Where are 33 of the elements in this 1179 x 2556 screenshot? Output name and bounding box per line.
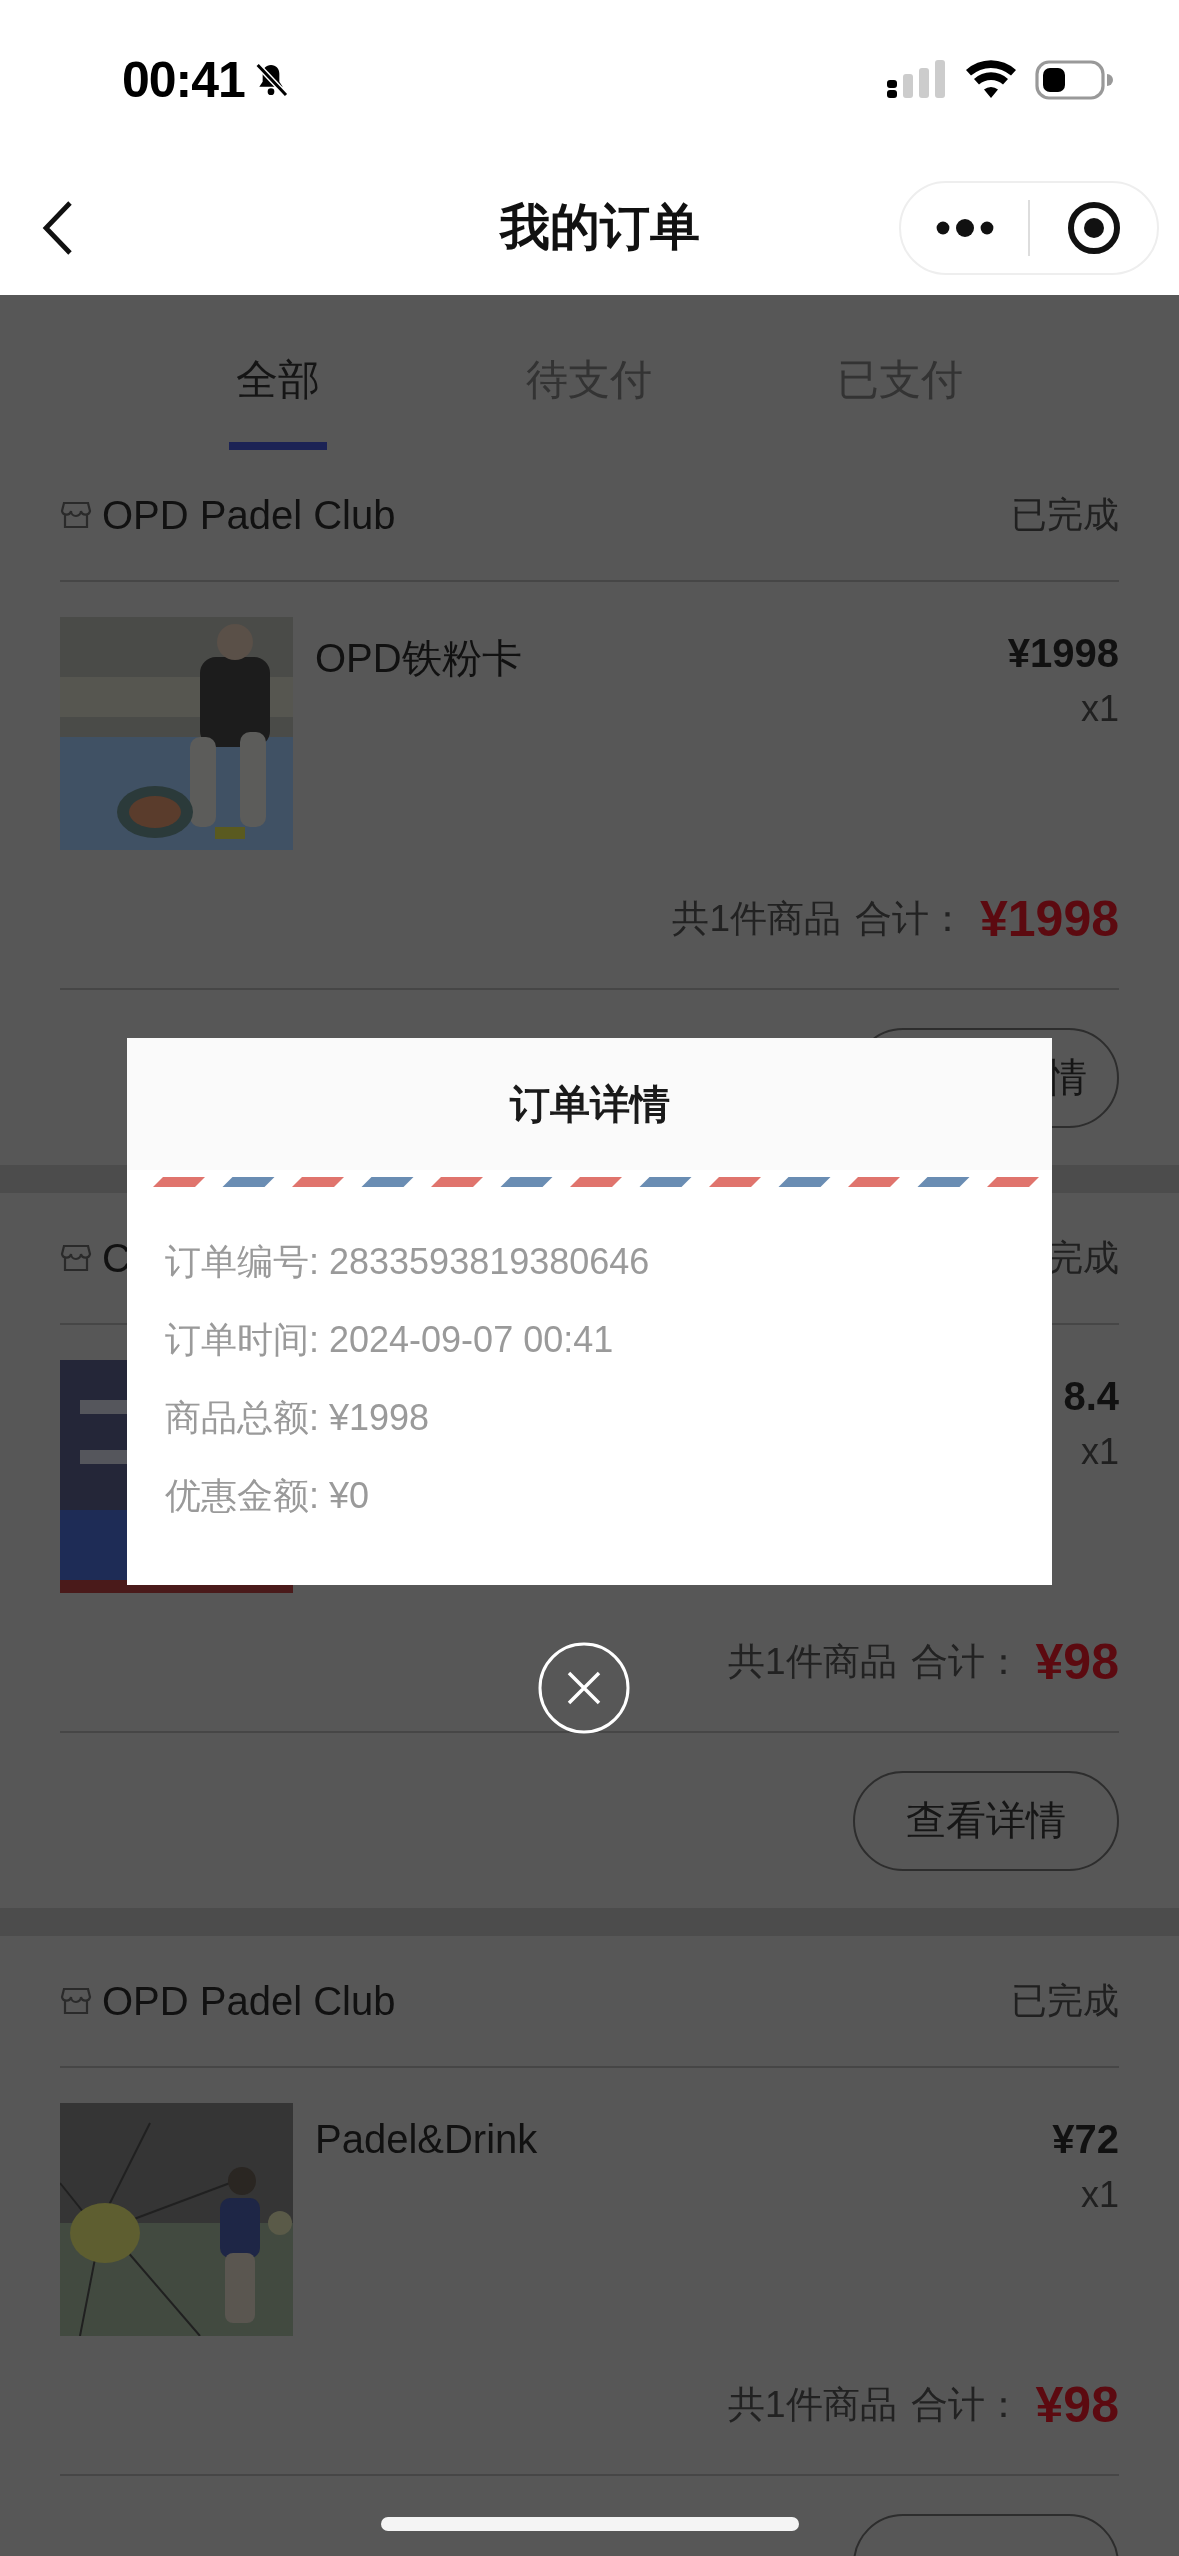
close-button[interactable] [538,1642,630,1734]
product-price: 8.4 [1063,1374,1119,1419]
target-icon [1065,199,1122,256]
shop-icon [60,1242,92,1274]
shop-name: OPD Padel Club [102,1978,396,2024]
view-details-button[interactable]: 查看详情 [853,1770,1119,1871]
product-quantity: x1 [1080,1431,1119,1473]
order-total: ¥98 [1035,2376,1119,2434]
more-dots-icon [934,217,995,238]
shop-name: OPD Padel Club [102,492,396,538]
dialog-title: 订单详情 [127,1038,1052,1170]
product-price: ¥1998 [1007,631,1119,676]
product-name: Padel&Drink [315,2117,538,2161]
order-total: ¥1998 [979,890,1119,948]
detail-row-text: 优惠金额: ¥0 [165,1474,371,1518]
page-title: 我的订单 [499,198,700,257]
signal-icon [887,60,947,100]
detail-row-text: 商品总额: ¥1998 [165,1396,431,1440]
clock-time: 00:41 [122,51,245,109]
shop-name: C [102,1235,131,1281]
product-price: ¥72 [1052,2117,1119,2162]
order-total: ¥98 [1035,1633,1119,1691]
shop-icon [60,1985,92,2017]
close-icon [538,1642,630,1734]
battery-icon [1035,60,1115,100]
shop-icon [60,499,92,531]
product-quantity: x1 [1080,2174,1119,2216]
product-name: OPD铁粉卡 [315,636,522,680]
wifi-icon [965,60,1017,100]
detail-row-text: 订单时间: 2024-09-07 00:41 [165,1318,615,1362]
product-quantity: x1 [1080,688,1119,730]
detail-row-text: 订单编号: 2833593819380646 [165,1240,651,1284]
tab[interactable]: 全部 [122,295,433,450]
